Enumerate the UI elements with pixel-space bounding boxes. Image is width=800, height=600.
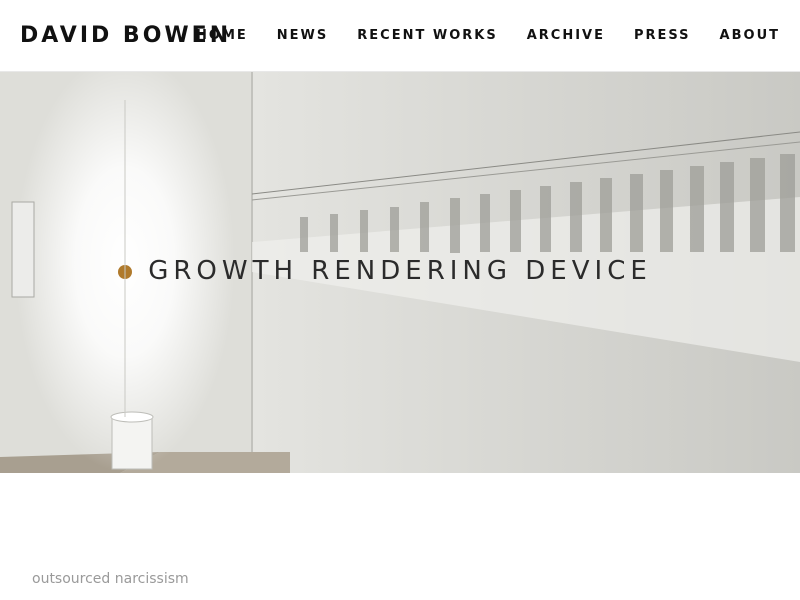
work-subtitle[interactable]: outsourced narcissism xyxy=(32,571,189,587)
main-nav: HOME NEWS RECENT WORKS ARCHIVE PRESS ABO… xyxy=(167,28,780,43)
nav-item-about[interactable]: ABOUT xyxy=(720,28,780,43)
nav-item-news[interactable]: NEWS xyxy=(277,28,328,43)
site-header: DAVID BOWEN HOME NEWS RECENT WORKS ARCHI… xyxy=(0,0,800,72)
hero-banner[interactable]: GROWTH RENDERING DEVICE xyxy=(0,72,800,473)
nav-item-archive[interactable]: ARCHIVE xyxy=(527,28,605,43)
nav-item-recent-works[interactable]: RECENT WORKS xyxy=(357,28,497,43)
hero-title: GROWTH RENDERING DEVICE xyxy=(148,256,652,286)
nav-item-home[interactable]: HOME xyxy=(196,28,248,43)
nav-item-press[interactable]: PRESS xyxy=(634,28,691,43)
